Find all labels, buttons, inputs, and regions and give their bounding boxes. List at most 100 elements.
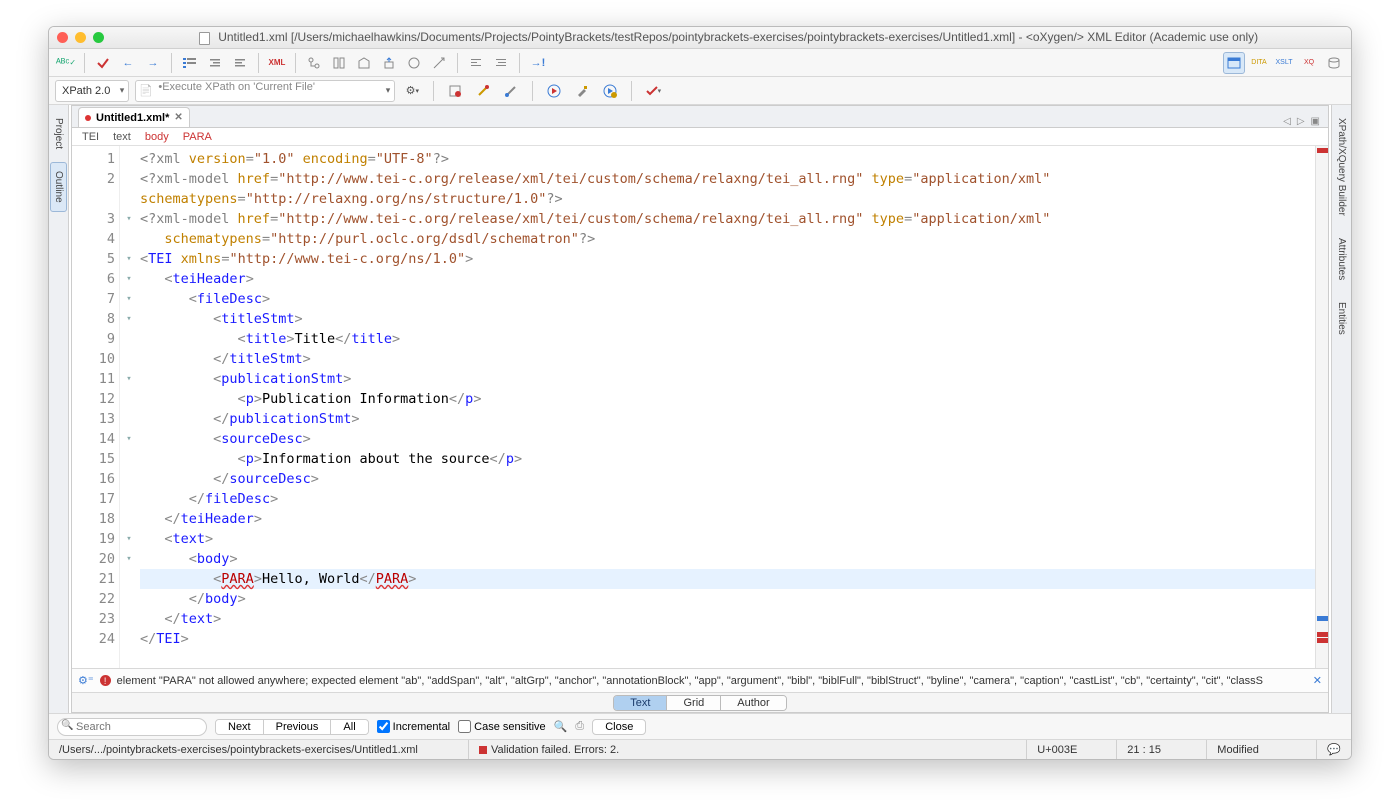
fold-toggle[interactable]: ▾ — [120, 529, 138, 549]
fold-toggle[interactable]: ▾ — [120, 289, 138, 309]
minimize-window-button[interactable] — [75, 32, 86, 43]
editor-column: Untitled1.xml* ✕ ◁ ▷ ▣ TEI text body PARA 1… — [71, 105, 1329, 713]
perspective-xquery-button[interactable]: XQ — [1298, 52, 1320, 74]
validation-strip[interactable] — [1315, 146, 1328, 668]
close-window-button[interactable] — [57, 32, 68, 43]
line-gutter: 123456789101112131415161718192021💡222324 — [72, 146, 120, 668]
tool-button-2[interactable] — [428, 52, 450, 74]
status-charcode: U+003E — [1027, 740, 1117, 759]
file-tab-label: Untitled1.xml* — [96, 112, 169, 124]
spellcheck-button[interactable]: ᴬᴮᶜ✓ — [55, 52, 77, 74]
fold-toggle[interactable]: ▾ — [120, 209, 138, 229]
incremental-checkbox[interactable]: Incremental — [377, 720, 450, 733]
error-icon: ! — [100, 675, 111, 686]
info-marker[interactable] — [1317, 616, 1328, 621]
view-mode-author[interactable]: Author — [721, 696, 785, 710]
breadcrumb-item[interactable]: body — [145, 131, 169, 143]
document-icon — [199, 32, 210, 45]
toggle-line-wrap-button[interactable] — [179, 52, 201, 74]
main-toolbar: ᴬᴮᶜ✓ ← → XML →! DITA XSLT XQ — [49, 49, 1351, 77]
gear-icon[interactable]: ⚙⁼ — [78, 674, 94, 687]
file-tab[interactable]: Untitled1.xml* ✕ — [78, 107, 190, 127]
tool-button-1[interactable] — [403, 52, 425, 74]
find-bar: Next Previous All Incremental Case sensi… — [49, 713, 1351, 739]
perspective-db-button[interactable] — [1323, 52, 1345, 74]
fold-toggle[interactable]: ▾ — [120, 369, 138, 389]
fold-toggle — [120, 629, 138, 649]
run-button[interactable] — [543, 80, 565, 102]
indent-button[interactable] — [204, 52, 226, 74]
find-close-button[interactable]: Close — [592, 719, 646, 735]
transform-button[interactable] — [472, 80, 494, 102]
attributes-rail-tab[interactable]: Attributes — [1333, 229, 1350, 289]
search-input[interactable] — [57, 718, 207, 736]
find-all-button[interactable]: All — [331, 720, 367, 734]
find-prev-button[interactable]: Previous — [264, 720, 332, 734]
fold-toggle[interactable]: ▾ — [120, 429, 138, 449]
zoom-window-button[interactable] — [93, 32, 104, 43]
breadcrumb-item[interactable]: TEI — [82, 131, 99, 143]
fold-toggle — [120, 589, 138, 609]
perspective-xslt-button[interactable]: XSLT — [1273, 52, 1295, 74]
xpath-version-combo[interactable]: XPath 2.0 — [55, 80, 129, 102]
error-overview-marker[interactable] — [1317, 148, 1328, 153]
error-marker[interactable] — [1317, 632, 1328, 637]
outdent-button[interactable] — [229, 52, 251, 74]
project-rail-tab[interactable]: Project — [50, 109, 67, 158]
modified-dot-icon — [85, 115, 91, 121]
view-mode-grid[interactable]: Grid — [667, 696, 721, 710]
code-editor[interactable]: <?xml version="1.0" encoding="UTF-8"?><?… — [138, 146, 1315, 668]
breadcrumb: TEI text body PARA — [72, 128, 1328, 146]
breadcrumb-item[interactable]: text — [113, 131, 131, 143]
find-next-button[interactable]: Next — [216, 720, 264, 734]
window-title: Untitled1.xml [/Users/michaelhawkins/Doc… — [114, 30, 1343, 44]
breadcrumb-item[interactable]: PARA — [183, 131, 212, 143]
scenario-button[interactable] — [444, 80, 466, 102]
svn-button[interactable] — [303, 52, 325, 74]
compare-button[interactable] — [328, 52, 350, 74]
generate-button[interactable] — [378, 52, 400, 74]
tab-next-icon[interactable]: ▷ — [1297, 116, 1305, 127]
validation-options-button[interactable]: ▾ — [642, 80, 664, 102]
search-icon[interactable]: 🔍 — [554, 720, 568, 733]
case-sensitive-checkbox[interactable]: Case sensitive — [458, 720, 546, 733]
perspective-dita-button[interactable]: DITA — [1248, 52, 1270, 74]
fold-toggle[interactable]: ▾ — [120, 309, 138, 329]
fold-toggle[interactable]: ▾ — [120, 549, 138, 569]
perspective-xml-button[interactable] — [1223, 52, 1245, 74]
configure-button[interactable] — [571, 80, 593, 102]
highlight-icon[interactable]: ⎙ — [575, 720, 584, 733]
tab-list-icon[interactable]: ▣ — [1311, 116, 1320, 127]
status-feedback-icon[interactable]: 💬 — [1317, 740, 1351, 759]
fold-toggle[interactable]: ▾ — [120, 269, 138, 289]
entities-rail-tab[interactable]: Entities — [1333, 293, 1350, 344]
fold-toggle — [120, 569, 138, 589]
fold-toggle — [120, 229, 138, 249]
xpath-settings-button[interactable]: ⚙▾ — [401, 80, 423, 102]
format-button[interactable] — [465, 52, 487, 74]
view-mode-text[interactable]: Text — [614, 696, 667, 710]
validation-fail-icon — [479, 746, 487, 754]
tab-prev-icon[interactable]: ◁ — [1283, 116, 1291, 127]
run-locked-button[interactable] — [599, 80, 621, 102]
outline-rail-tab[interactable]: Outline — [50, 162, 67, 212]
error-message: element "PARA" not allowed anywhere; exp… — [117, 675, 1263, 687]
goto-error-button[interactable]: →! — [527, 52, 549, 74]
status-path: /Users/.../pointybrackets-exercises/poin… — [49, 740, 469, 759]
app-window: Untitled1.xml [/Users/michaelhawkins/Doc… — [48, 26, 1352, 760]
xpath-builder-rail-tab[interactable]: XPath/XQuery Builder — [1333, 109, 1350, 225]
archive-button[interactable] — [353, 52, 375, 74]
fold-toggle — [120, 149, 138, 169]
xml-refactor-button[interactable]: XML — [266, 52, 288, 74]
fold-toggle[interactable]: ▾ — [120, 249, 138, 269]
fold-toggle — [120, 349, 138, 369]
error-marker-2[interactable] — [1317, 638, 1328, 643]
validate-button[interactable] — [92, 52, 114, 74]
pretty-print-button[interactable] — [490, 52, 512, 74]
back-button[interactable]: ← — [117, 52, 139, 74]
dismiss-error-icon[interactable]: ✕ — [1313, 674, 1322, 687]
forward-button[interactable]: → — [142, 52, 164, 74]
close-tab-icon[interactable]: ✕ — [174, 112, 182, 123]
xpath-input[interactable]: •Execute XPath on 'Current File' — [135, 80, 395, 102]
debug-button[interactable] — [500, 80, 522, 102]
